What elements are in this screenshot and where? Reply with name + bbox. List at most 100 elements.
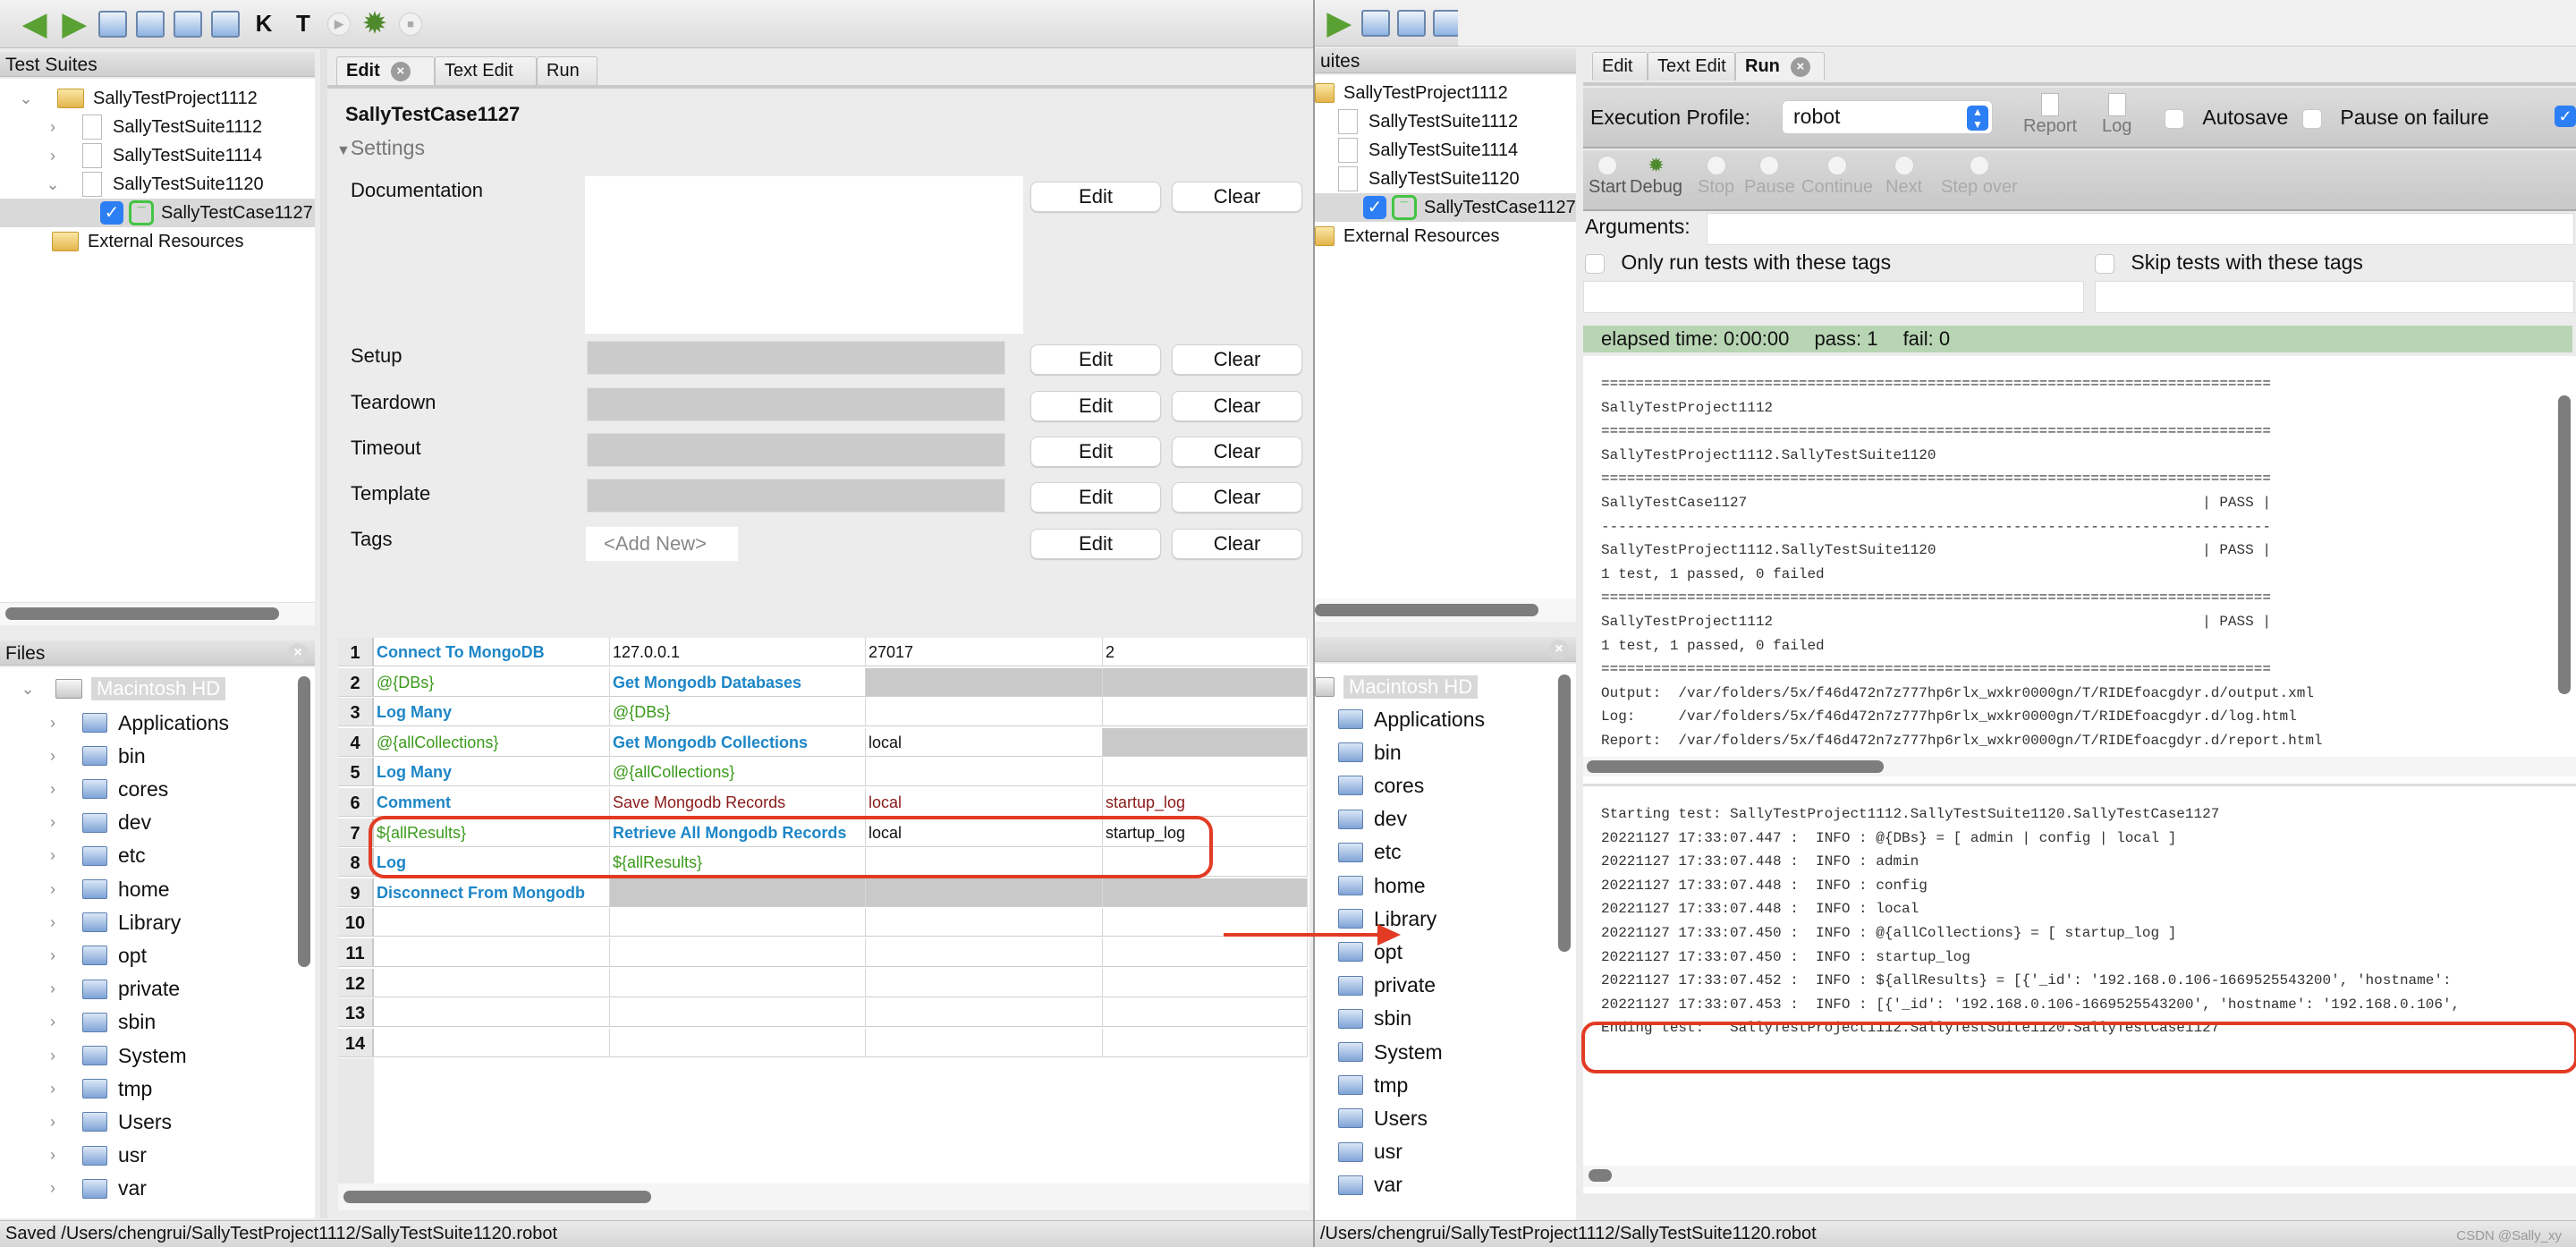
grid-cell[interactable] [866, 698, 1103, 727]
only-run-tags-box[interactable] [1585, 253, 1605, 274]
grid-cell[interactable] [374, 908, 610, 937]
tree-item-testcase-selected[interactable]: ✓ ‾‾ SallyTestCase1127 [0, 199, 315, 227]
grid-cell[interactable]: Log Many [374, 698, 610, 727]
autosave-checkbox-box[interactable] [2165, 108, 2184, 129]
file-item[interactable]: Applications [1338, 705, 1485, 734]
grid-cell[interactable]: @{DBs} [374, 667, 610, 697]
tree-hscroll-thumb[interactable] [1315, 604, 1538, 616]
row-number[interactable]: 6 [338, 788, 374, 817]
settings-toggle[interactable]: ▼Settings [336, 136, 425, 160]
grid-cell[interactable] [1103, 998, 1308, 1028]
forward-arrow-icon[interactable]: ▶ [59, 7, 89, 41]
chevron-right-icon[interactable]: › [45, 747, 61, 766]
tree-item-suite[interactable]: › SallyTestSuite1114 [45, 141, 262, 170]
grid-cell[interactable] [866, 878, 1103, 907]
run-debug-button[interactable]: ✹ Debug [1630, 156, 1682, 198]
debug-bug-icon[interactable]: ✹ [360, 9, 390, 39]
grid-cell[interactable] [610, 968, 866, 997]
template-clear-button[interactable]: Clear [1172, 482, 1302, 513]
back-arrow-icon[interactable]: ◀ [20, 7, 50, 41]
file-item[interactable]: › tmp [45, 1074, 152, 1103]
file-item[interactable]: usr [1338, 1138, 1402, 1166]
chevron-down-icon[interactable]: ⌄ [45, 175, 61, 194]
pause-on-failure-checkbox[interactable]: Pause on failure [2302, 106, 2489, 130]
tree-item-project[interactable]: SallyTestProject1112 [1315, 79, 1508, 107]
search-keywords-icon[interactable]: K [249, 9, 279, 39]
close-tab-icon[interactable]: × [390, 61, 411, 81]
row-number[interactable]: 12 [338, 968, 374, 997]
row-number[interactable]: 11 [338, 938, 374, 967]
skip-tags-checkbox[interactable]: Skip tests with these tags [2095, 250, 2363, 275]
grid-cell[interactable] [610, 938, 866, 967]
close-tab-icon[interactable]: × [1790, 56, 1810, 77]
template-field[interactable] [587, 479, 1005, 513]
grid-cell[interactable] [374, 998, 610, 1028]
new-project-icon[interactable] [98, 10, 127, 38]
grid-hscroll-track[interactable] [338, 1183, 1309, 1210]
grid-cell[interactable] [1103, 878, 1308, 907]
tree-hscroll-track[interactable] [0, 602, 315, 625]
chevron-right-icon[interactable]: › [45, 846, 61, 865]
chevron-right-icon[interactable]: › [45, 714, 61, 733]
file-item[interactable]: home [1338, 871, 1426, 900]
documentation-clear-button[interactable]: Clear [1172, 182, 1302, 212]
chevron-right-icon[interactable]: › [45, 780, 61, 799]
file-item[interactable]: › cores [45, 775, 168, 803]
timeout-clear-button[interactable]: Clear [1172, 437, 1302, 467]
grid-hscroll-thumb[interactable] [343, 1191, 651, 1203]
execution-profile-select[interactable]: robot ▲ ▼ [1782, 100, 1993, 134]
row-number[interactable]: 3 [338, 698, 374, 727]
tree-item-testcase-selected[interactable]: ✓ ‾‾ SallyTestCase1127 [1315, 193, 1576, 222]
file-item[interactable]: › bin [45, 742, 146, 770]
chevron-right-icon[interactable]: › [45, 1179, 61, 1198]
grid-cell[interactable] [866, 998, 1103, 1028]
documentation-field[interactable] [585, 176, 1023, 334]
row-number[interactable]: 2 [338, 667, 374, 697]
tree-item-suite[interactable]: SallyTestSuite1114 [1338, 136, 1518, 165]
grid-cell[interactable]: Comment [374, 788, 610, 817]
grid-cell[interactable] [866, 1028, 1103, 1057]
tree-item-external-resources[interactable]: External Resources [52, 227, 244, 256]
files-vscroll-thumb[interactable] [1558, 674, 1571, 952]
row-number[interactable]: 14 [338, 1028, 374, 1057]
chevron-right-icon[interactable]: › [45, 1146, 61, 1165]
grid-cell[interactable]: Disconnect From Mongodb [374, 878, 610, 907]
report-button[interactable]: Report [2023, 93, 2077, 137]
chevron-right-icon[interactable]: › [45, 1013, 61, 1031]
file-item[interactable]: private [1338, 971, 1436, 1000]
tab-run[interactable]: Run [537, 56, 597, 85]
forward-arrow-icon[interactable]: ▶ [1324, 6, 1354, 40]
tab-edit[interactable]: Edit × [336, 56, 435, 85]
grid-cell[interactable]: local [866, 727, 1103, 757]
file-item[interactable]: Users [1338, 1104, 1428, 1132]
tags-add-new[interactable]: <Add New> [585, 526, 739, 562]
teardown-edit-button[interactable]: Edit [1030, 391, 1161, 421]
file-item[interactable]: › private [45, 975, 180, 1004]
tree-hscroll-thumb[interactable] [5, 607, 279, 620]
files-vscroll-thumb[interactable] [298, 676, 310, 967]
console-hscroll-track[interactable] [1583, 757, 2576, 776]
grid-cell[interactable]: @{allCollections} [610, 758, 866, 787]
file-item[interactable]: bin [1338, 738, 1402, 767]
documentation-edit-button[interactable]: Edit [1030, 182, 1161, 212]
run-stop-button[interactable]: Stop [1698, 156, 1734, 198]
grid-cell[interactable] [1103, 727, 1308, 757]
close-files-icon[interactable]: × [288, 643, 308, 663]
stop-icon[interactable]: ■ [399, 12, 422, 36]
console-hscroll-thumb[interactable] [1587, 760, 1884, 773]
run-icon[interactable]: ▶ [327, 12, 351, 36]
chevron-right-icon[interactable]: › [45, 880, 61, 899]
tree-hscroll-track[interactable] [1315, 598, 1576, 622]
log-hscroll-thumb[interactable] [1589, 1169, 1612, 1182]
file-item[interactable]: › usr [45, 1141, 147, 1170]
grid-cell[interactable] [374, 968, 610, 997]
setup-edit-button[interactable]: Edit [1030, 344, 1161, 375]
grid-cell[interactable] [610, 998, 866, 1028]
grid-cell[interactable]: @{DBs} [610, 698, 866, 727]
console-output[interactable]: ========================================… [1583, 356, 2576, 803]
file-item[interactable]: var [1338, 1171, 1402, 1200]
grid-cell[interactable] [1103, 758, 1308, 787]
new-project-icon[interactable] [1361, 9, 1390, 37]
tags-clear-button[interactable]: Clear [1172, 529, 1302, 559]
run-step-over-button[interactable]: Step over [1941, 156, 2018, 198]
